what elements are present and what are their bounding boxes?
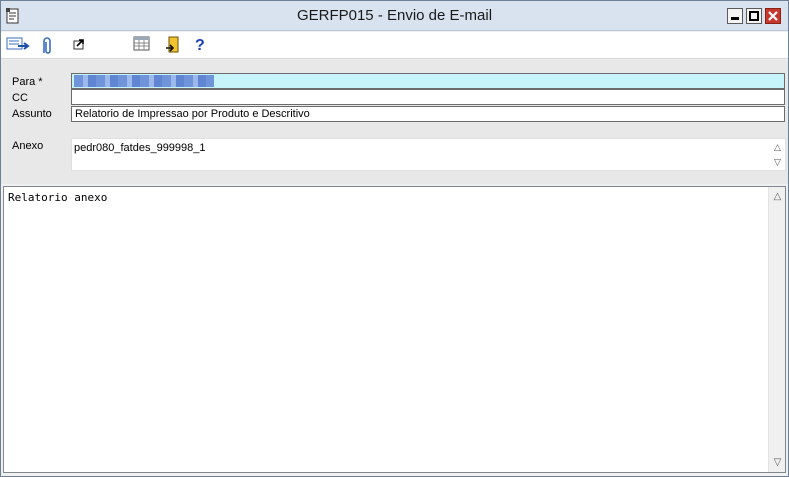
question-mark-icon: ? <box>195 37 205 54</box>
close-icon <box>768 11 778 21</box>
chevron-up-icon[interactable]: △ <box>771 140 784 154</box>
para-input[interactable] <box>71 73 785 89</box>
anexo-scrollbar[interactable]: △ ▽ <box>771 139 784 170</box>
maximize-button[interactable] <box>746 8 762 24</box>
redacted-recipient <box>74 75 214 87</box>
cc-label: CC <box>12 92 28 104</box>
calendar-grid-icon <box>133 36 150 51</box>
scroll-up-icon[interactable]: △ <box>770 188 785 205</box>
help-button[interactable]: ? <box>195 36 217 56</box>
attach-button[interactable] <box>39 36 61 56</box>
minimize-icon <box>731 17 739 20</box>
close-button[interactable] <box>765 8 781 24</box>
minimize-button[interactable] <box>727 8 743 24</box>
send-email-button[interactable] <box>6 36 30 56</box>
open-link-button[interactable] <box>71 36 93 56</box>
title-bar[interactable]: GERFP015 - Envio de E-mail <box>1 1 788 31</box>
assunto-input[interactable]: Relatorio de Impressao por Produto e Des… <box>71 106 785 122</box>
chevron-down-icon[interactable]: ▽ <box>771 155 784 169</box>
exit-button[interactable] <box>165 36 187 56</box>
email-dialog-window: GERFP015 - Envio de E-mail ? Para * CC A… <box>0 0 789 477</box>
send-mail-icon <box>6 37 30 50</box>
calendar-button[interactable] <box>133 36 155 56</box>
maximize-icon <box>749 11 759 21</box>
message-body-scrollbar[interactable]: △ ▽ <box>768 187 785 472</box>
anexo-value: pedr080_fatdes_999998_1‹ <box>74 142 206 154</box>
email-header-form: Para * CC Assunto Relatorio de Impressao… <box>1 60 788 184</box>
exit-door-icon <box>166 36 179 53</box>
arrow-out-icon <box>73 39 84 50</box>
message-body-textarea[interactable]: Relatorio anexo △ ▽ <box>3 186 786 473</box>
message-body-text: Relatorio anexo <box>8 191 108 204</box>
cc-input[interactable] <box>71 89 785 105</box>
window-title: GERFP015 - Envio de E-mail <box>296 7 493 24</box>
para-label: Para * <box>12 76 43 88</box>
anexo-label: Anexo <box>12 140 44 152</box>
paperclip-icon <box>43 37 51 54</box>
assunto-label: Assunto <box>12 108 52 120</box>
scroll-down-icon[interactable]: ▽ <box>770 454 785 471</box>
toolbar: ? <box>1 32 788 59</box>
anexo-field[interactable]: pedr080_fatdes_999998_1‹ △ ▽ <box>71 138 786 171</box>
